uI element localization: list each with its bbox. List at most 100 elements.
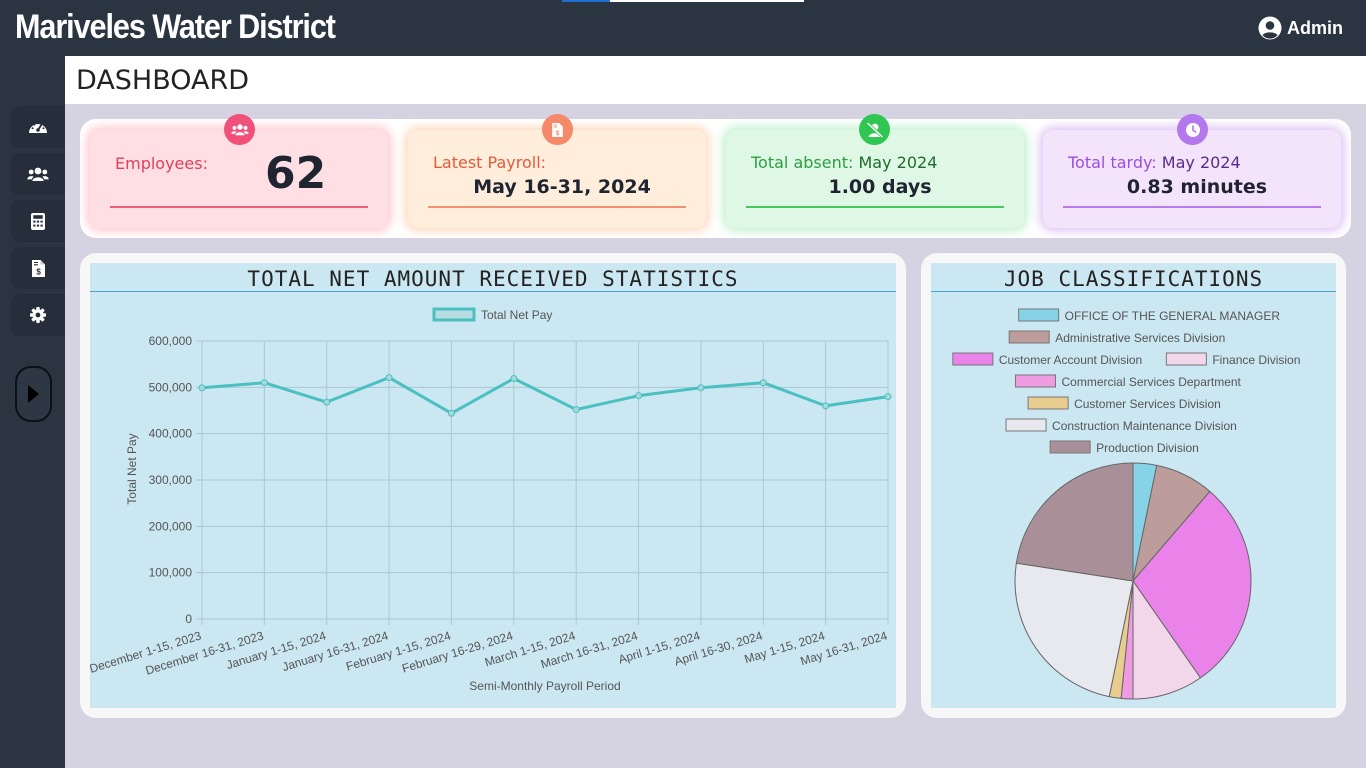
total-absent-divider: [746, 206, 1004, 208]
employees-card-icon: [224, 114, 255, 145]
latest-payroll-card[interactable]: $ Latest Payroll: May 16-31, 2024: [408, 114, 706, 228]
total-absent-value: 1.00 days: [828, 176, 932, 198]
total-tardy-card-icon: [1177, 114, 1208, 145]
y-tick-label: 300,000: [149, 473, 193, 487]
y-tick-label: 200,000: [149, 519, 193, 533]
legend-label-administrative-services-division: Administrative Services Division: [1055, 331, 1225, 345]
latest-payroll-card-icon: $: [542, 114, 573, 145]
legend-swatch-administrative-services-division: [1008, 330, 1050, 344]
app-title: Mariveles Water District: [15, 8, 336, 46]
total-absent-card[interactable]: Total absent: May 2024 1.00 days: [726, 114, 1024, 228]
net-pay-point: [510, 375, 518, 383]
net-pay-point: [884, 393, 892, 401]
legend-swatch-commercial-services-department: [1015, 374, 1056, 388]
legend-label-office-of-the-general-manager: OFFICE OF THE GENERAL MANAGER: [1065, 309, 1281, 323]
latest-payroll-value: May 16-31, 2024: [473, 176, 651, 198]
legend-swatch-net-pay: [432, 307, 476, 322]
net-pay-point: [385, 374, 393, 382]
sidebar-toggle-button[interactable]: [15, 366, 52, 422]
net-pay-point: [260, 379, 268, 387]
legend-label-finance-division: Finance Division: [1212, 353, 1300, 367]
y-tick-label: 400,000: [149, 427, 193, 441]
user-circle-icon: [1258, 16, 1282, 40]
net-amount-line-chart: 600,000 500,000 400,000 300,000 200,000 100,0…: [90, 307, 892, 693]
user-slash-icon: [865, 121, 884, 138]
employees-card[interactable]: Employees: 62: [90, 114, 388, 228]
net-pay-point: [635, 392, 643, 400]
sidebar-item-calculator[interactable]: [11, 200, 65, 242]
dashboard-gauge-icon: [29, 122, 47, 133]
stats-panel: Employees: 62 $ Latest Payroll: May 16-3…: [80, 114, 1351, 238]
job-classifications-panel: JOB CLASSIFICATIONS OFFICE OF THE GENERA…: [921, 253, 1346, 718]
net-pay-point: [822, 402, 830, 410]
top-accent-bar-light: [610, 0, 804, 2]
total-absent-card-icon: [859, 114, 890, 145]
users-icon: [27, 167, 49, 181]
latest-payroll-label: Latest Payroll:: [433, 153, 547, 172]
legend-swatch-customer-services-division: [1027, 396, 1069, 410]
total-tardy-label: Total tardy: May 2024: [1068, 153, 1241, 172]
job-classifications-title: JOB CLASSIFICATIONS: [1003, 267, 1264, 291]
total-tardy-period: May 2024: [1161, 153, 1241, 172]
sidebar-item-payroll[interactable]: $: [11, 247, 65, 289]
play-right-icon: [28, 385, 39, 403]
users-icon: [230, 124, 249, 136]
y-axis-label: Total Net Pay: [125, 433, 139, 504]
payroll-document-icon: $: [552, 122, 563, 137]
total-absent-period: May 2024: [858, 153, 938, 172]
sidebar-item-employees[interactable]: [11, 153, 65, 195]
net-amount-chart-title: TOTAL NET AMOUNT RECEIVED STATISTICS: [247, 267, 739, 291]
user-menu[interactable]: Admin: [1258, 16, 1343, 40]
net-pay-point: [759, 379, 767, 387]
employees-count: 62: [265, 148, 327, 199]
page-header: DASHBOARD: [65, 56, 1366, 104]
legend-label-customer-account-division: Customer Account Division: [999, 353, 1142, 367]
top-navbar: Mariveles Water District Admin: [0, 0, 1366, 56]
net-pay-point: [447, 409, 455, 417]
net-amount-chart-card: TOTAL NET AMOUNT RECEIVED STATISTICS 600…: [90, 263, 896, 708]
clock-icon: [1185, 122, 1200, 137]
y-tick-label: 500,000: [149, 380, 193, 394]
y-tick-label: 0: [185, 612, 192, 626]
svg-text:$: $: [556, 130, 560, 137]
total-absent-label: Total absent: May 2024: [751, 153, 937, 172]
legend-swatch-office-of-the-general-manager: [1018, 308, 1060, 322]
legend-label-commercial-services-department: Commercial Services Department: [1062, 375, 1242, 389]
latest-payroll-divider: [428, 206, 686, 208]
user-name: Admin: [1287, 17, 1343, 38]
legend-label-construction-maintenance-division: Construction Maintenance Division: [1052, 419, 1237, 433]
total-tardy-value: 0.83 minutes: [1126, 176, 1268, 198]
x-axis-label: Semi-Monthly Payroll Period: [469, 679, 620, 693]
legend-swatch-production-division: [1049, 440, 1091, 454]
legend-swatch-construction-maintenance-division: [1005, 418, 1047, 432]
net-pay-point: [697, 384, 705, 392]
page-title: DASHBOARD: [76, 65, 250, 96]
net-pay-line: [201, 376, 889, 415]
legend-swatch-finance-division: [1165, 352, 1207, 366]
legend-label-production-division: Production Division: [1096, 441, 1199, 455]
employees-divider: [110, 206, 368, 208]
total-tardy-title: Total tardy:: [1068, 153, 1157, 172]
total-tardy-divider: [1063, 206, 1321, 208]
job-classifications-card: JOB CLASSIFICATIONS OFFICE OF THE GENERA…: [931, 263, 1336, 708]
legend-label-customer-services-division: Customer Services Division: [1074, 397, 1221, 411]
net-pay-point: [323, 398, 331, 406]
net-amount-chart-panel: TOTAL NET AMOUNT RECEIVED STATISTICS 600…: [80, 253, 906, 718]
pie-slice-production-division: [1015, 462, 1134, 582]
sidebar-item-settings[interactable]: [11, 294, 65, 336]
legend-swatch-customer-account-division: [952, 352, 994, 366]
net-pay-point: [198, 384, 206, 392]
gear-icon: [30, 307, 46, 323]
employees-label: Employees:: [115, 154, 208, 173]
payroll-document-icon: $: [31, 259, 45, 277]
y-tick-label: 100,000: [149, 566, 193, 580]
total-tardy-card[interactable]: Total tardy: May 2024 0.83 minutes: [1043, 114, 1341, 228]
calculator-icon: [31, 212, 45, 230]
net-pay-point: [572, 406, 580, 414]
legend-label-net-pay: Total Net Pay: [481, 308, 552, 322]
top-accent-bar: [562, 0, 610, 2]
sidebar: $: [0, 56, 65, 768]
job-classifications-pie-chart: OFFICE OF THE GENERAL MANAGER Administrat…: [952, 308, 1300, 700]
sidebar-item-dashboard[interactable]: [11, 106, 65, 148]
svg-text:$: $: [36, 267, 41, 276]
